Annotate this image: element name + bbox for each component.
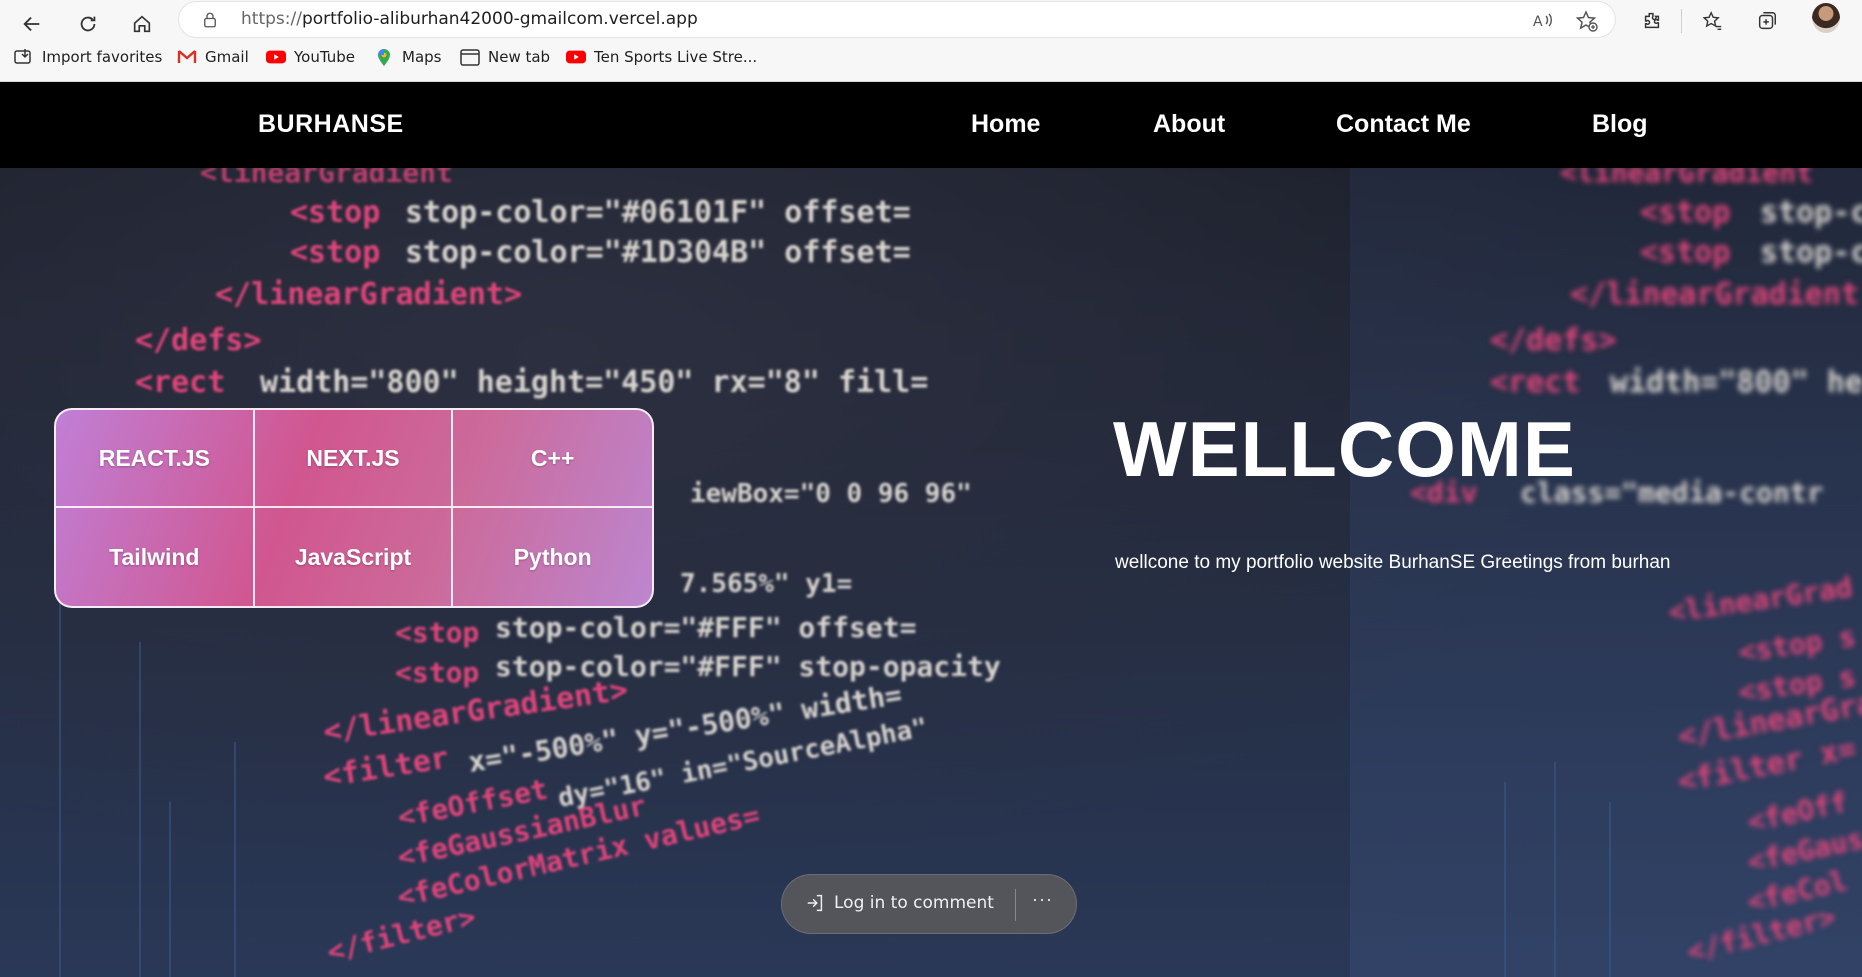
- welcome-description: wellcone to my portfolio website BurhanS…: [1115, 552, 1671, 573]
- skill-tile-reactjs: REACT.JS: [56, 410, 255, 508]
- gmail-icon: [177, 48, 197, 66]
- back-button[interactable]: [14, 6, 50, 42]
- refresh-icon: [80, 16, 96, 32]
- skill-tile-javascript: JavaScript: [255, 508, 454, 606]
- login-to-comment-label: Log in to comment: [834, 893, 994, 913]
- svg-text:width="800" he: width="800" he: [1610, 365, 1862, 400]
- svg-text:width="800" height="450" rx="8: width="800" height="450" rx="8" fill=: [260, 365, 928, 400]
- svg-text:<stop: <stop: [395, 616, 479, 649]
- bookmark-label: Maps: [402, 48, 442, 66]
- favorites-button[interactable]: [1697, 5, 1729, 37]
- svg-text:</defs>: </defs>: [1490, 323, 1616, 358]
- svg-text:<rect: <rect: [1490, 365, 1580, 400]
- svg-text:<stop: <stop: [1640, 235, 1730, 270]
- svg-text:<linearGrad: <linearGrad: [1666, 570, 1854, 628]
- svg-text:stop-color="#FFF" offset=: stop-color="#FFF" offset=: [495, 611, 916, 644]
- comment-toolbar: Log in to comment ···: [781, 874, 1077, 934]
- address-bar[interactable]: https://portfolio-aliburhan42000-gmailco…: [178, 1, 1616, 38]
- website-viewport: <linearGradient <stop stop-color="#06101…: [0, 82, 1862, 977]
- import-icon: [14, 48, 34, 66]
- maps-icon: [374, 48, 394, 66]
- svg-text:<filter: <filter: [321, 741, 451, 795]
- extensions-button[interactable]: [1636, 5, 1668, 37]
- bookmarks-bar: Import favorites Gmail YouTube Maps New …: [0, 42, 1862, 76]
- svg-text:7.565%" y1=: 7.565%" y1=: [680, 569, 852, 599]
- bookmark-maps[interactable]: Maps: [374, 48, 441, 66]
- svg-text:stop-color="#06101F" offset=: stop-color="#06101F" offset=: [405, 195, 911, 230]
- url-protocol: https://: [241, 9, 302, 29]
- bookmark-youtube[interactable]: YouTube: [266, 48, 355, 66]
- url-host: portfolio-aliburhan42000-gmailcom.vercel…: [301, 9, 698, 29]
- url-text[interactable]: https://portfolio-aliburhan42000-gmailco…: [241, 9, 698, 29]
- toolbar-divider: [1681, 9, 1682, 33]
- more-options-button[interactable]: ···: [1032, 889, 1053, 910]
- puzzle-icon: [1644, 12, 1660, 29]
- skill-tile-cpp: C++: [453, 410, 652, 508]
- login-to-comment-button[interactable]: Log in to comment: [804, 892, 994, 914]
- bookmark-label: YouTube: [294, 48, 355, 66]
- youtube-icon: [266, 48, 286, 66]
- favorites-star-icon: [1702, 11, 1722, 30]
- svg-text:A: A: [1533, 14, 1543, 30]
- bookmark-label: New tab: [488, 48, 551, 66]
- bookmark-new-tab[interactable]: New tab: [460, 48, 550, 66]
- youtube-icon: [566, 48, 586, 66]
- bookmark-import-favorites[interactable]: Import favorites: [14, 48, 162, 66]
- bookmark-label: Gmail: [205, 48, 249, 66]
- home-button[interactable]: [124, 6, 160, 42]
- svg-text:<stop: <stop: [1640, 195, 1730, 230]
- refresh-button[interactable]: [70, 6, 106, 42]
- nav-link-about[interactable]: About: [1153, 110, 1225, 139]
- comment-toolbar-divider: [1015, 889, 1016, 921]
- skill-tile-tailwind: Tailwind: [56, 508, 255, 606]
- nav-link-blog[interactable]: Blog: [1592, 110, 1648, 139]
- bookmark-ten-sports[interactable]: Ten Sports Live Stre...: [566, 48, 757, 66]
- profile-avatar[interactable]: [1812, 3, 1840, 33]
- svg-text:<stop: <stop: [395, 656, 479, 689]
- collections-button[interactable]: [1751, 5, 1783, 37]
- svg-text:<stop: <stop: [290, 235, 380, 270]
- svg-text:</linearGradient: </linearGradient: [1570, 277, 1859, 312]
- welcome-heading: WELLCOME: [1113, 405, 1576, 493]
- add-favorite-icon[interactable]: [1575, 9, 1599, 33]
- svg-text:</defs>: </defs>: [135, 323, 261, 358]
- svg-text:stop-c: stop-c: [1760, 235, 1862, 270]
- bookmark-gmail[interactable]: Gmail: [177, 48, 249, 66]
- sign-in-icon: [807, 894, 823, 912]
- back-arrow-icon: [23, 16, 40, 32]
- site-navbar: BURHANSE Home About Contact Me Blog: [0, 82, 1862, 168]
- new-tab-icon: [460, 48, 480, 66]
- svg-text:</linearGradient>: </linearGradient>: [215, 277, 522, 312]
- skills-grid: REACT.JS NEXT.JS C++ Tailwind JavaScript…: [54, 408, 654, 608]
- browser-chrome: https://portfolio-aliburhan42000-gmailco…: [0, 0, 1862, 82]
- svg-text:stop-color="#1D304B" offset=: stop-color="#1D304B" offset=: [405, 235, 911, 270]
- skill-tile-nextjs: NEXT.JS: [254, 410, 454, 508]
- collections-icon: [1758, 12, 1776, 30]
- svg-text:<stop: <stop: [290, 195, 380, 230]
- skill-tile-python: Python: [513, 543, 592, 570]
- svg-text:stop-c: stop-c: [1760, 195, 1862, 230]
- bookmark-label: Ten Sports Live Stre...: [594, 48, 758, 66]
- svg-text:<rect: <rect: [135, 365, 225, 400]
- svg-text:stop-color="#FFF" stop-opacity: stop-color="#FFF" stop-opacity: [495, 650, 1001, 683]
- nav-link-home[interactable]: Home: [971, 110, 1040, 139]
- site-brand-logo[interactable]: BURHANSE: [258, 110, 404, 139]
- bookmark-label: Import favorites: [42, 48, 163, 66]
- read-aloud-icon[interactable]: A: [1531, 9, 1555, 33]
- svg-text:iewBox="0 0 96 96": iewBox="0 0 96 96": [690, 479, 972, 509]
- lock-icon[interactable]: [201, 11, 219, 29]
- home-icon: [133, 15, 151, 33]
- nav-link-contact-me[interactable]: Contact Me: [1336, 110, 1471, 139]
